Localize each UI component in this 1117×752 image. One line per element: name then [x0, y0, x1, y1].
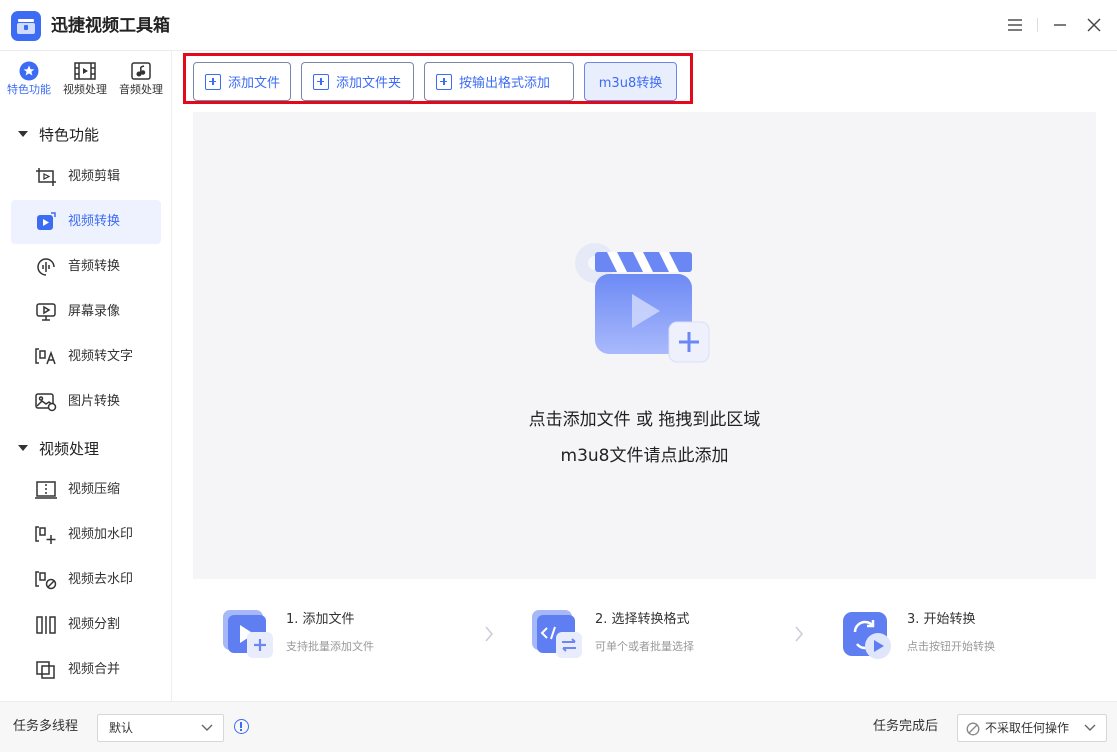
file-drop-zone[interactable]: 点击添加文件 或 拖拽到此区域 m3u8文件请点此添加 — [193, 112, 1096, 579]
sidebar-item-label: 视频合并 — [68, 662, 121, 677]
multithread-select[interactable]: 默认 — [97, 714, 224, 742]
title-bar: 迅捷视频工具箱 — [0, 0, 1117, 51]
sidebar-item-video-convert[interactable]: 视频转换 — [11, 200, 161, 244]
convert-step-icon — [843, 612, 891, 659]
sidebar-item-video-merge[interactable]: 视频合并 — [11, 648, 161, 692]
step-description: 支持批量添加文件 — [286, 640, 374, 653]
mode-tab-featured[interactable]: 特色功能 — [1, 59, 57, 103]
sidebar-item-label: 图片转换 — [68, 394, 121, 409]
sidebar-item-label: 音频转换 — [68, 259, 121, 274]
chevron-down-icon — [1084, 724, 1096, 731]
chevron-right-icon — [485, 626, 493, 642]
crop-icon — [35, 167, 57, 187]
status-footer: 任务多线程 默认 任务完成后 不采取任何操作 — [0, 701, 1117, 752]
sidebar: 特色功能 视频处理 音频处理 特色功能 视频剪辑 视频转换 音频转换 屏幕录像 … — [0, 51, 172, 701]
m3u8-convert-label: m3u8转换 — [598, 76, 663, 91]
after-task-select[interactable]: 不采取任何操作 — [957, 714, 1107, 742]
collapse-arrow-icon — [18, 445, 28, 451]
video-convert-icon — [35, 212, 57, 232]
mode-tab-audio[interactable]: 音频处理 — [113, 59, 169, 103]
drop-hint: 点击添加文件 或 拖拽到此区域 — [528, 410, 761, 430]
star-icon — [18, 61, 40, 81]
mode-tab-label: 特色功能 — [7, 83, 51, 96]
add-file-step-icon — [223, 610, 273, 658]
step-title: 2. 选择转换格式 — [595, 612, 690, 627]
add-by-format-button[interactable]: 按输出格式添加 — [424, 62, 574, 101]
add-file-button[interactable]: 添加文件 — [193, 62, 291, 101]
merge-icon — [35, 660, 57, 680]
sidebar-item-label: 视频分割 — [68, 617, 121, 632]
audio-wave-icon — [35, 257, 57, 277]
chevron-right-icon — [795, 626, 803, 642]
after-task-value: 不采取任何操作 — [985, 721, 1070, 735]
screen-record-icon — [35, 302, 57, 322]
sidebar-item-video-to-text[interactable]: 视频转文字 — [11, 335, 161, 379]
chevron-down-icon — [201, 724, 213, 731]
forbidden-icon — [966, 722, 980, 736]
sidebar-item-add-watermark[interactable]: 视频加水印 — [11, 513, 161, 557]
mode-tab-label: 音频处理 — [119, 83, 163, 96]
sidebar-item-label: 视频转换 — [68, 214, 121, 229]
sidebar-item-label: 视频加水印 — [68, 527, 134, 542]
section-label: 特色功能 — [39, 126, 100, 144]
window-controls-divider — [1037, 18, 1038, 32]
multithread-value: 默认 — [109, 721, 134, 735]
add-folder-label: 添加文件夹 — [336, 76, 402, 91]
after-task-label: 任务完成后 — [873, 719, 939, 734]
mode-tabs: 特色功能 视频处理 音频处理 — [0, 59, 172, 103]
add-folder-icon — [313, 73, 329, 90]
compress-icon — [35, 480, 57, 500]
split-icon — [35, 615, 57, 635]
sidebar-item-image-convert[interactable]: 图片转换 — [11, 380, 161, 424]
step-select-format: 2. 选择转换格式 可单个或者批量选择 — [530, 606, 790, 668]
sidebar-item-label: 视频去水印 — [68, 572, 134, 587]
sidebar-item-video-compress[interactable]: 视频压缩 — [11, 468, 161, 512]
section-label: 视频处理 — [39, 440, 100, 458]
m3u8-hint: m3u8文件请点此添加 — [560, 446, 729, 466]
add-file-label: 添加文件 — [228, 76, 281, 91]
sidebar-item-label: 屏幕录像 — [68, 304, 121, 319]
sidebar-item-video-split[interactable]: 视频分割 — [11, 603, 161, 647]
add-by-format-icon — [436, 73, 452, 90]
sidebar-item-label: 视频转文字 — [68, 349, 134, 364]
minimize-icon[interactable] — [1049, 14, 1071, 36]
image-icon — [35, 392, 57, 412]
sidebar-item-audio-convert[interactable]: 音频转换 — [11, 245, 161, 289]
step-start-convert: 3. 开始转换 点击按钮开始转换 — [842, 606, 1102, 668]
step-description: 可单个或者批量选择 — [595, 640, 694, 653]
multithread-label: 任务多线程 — [13, 719, 79, 734]
m3u8-convert-button[interactable]: m3u8转换 — [584, 62, 677, 101]
add-by-format-label: 按输出格式添加 — [459, 76, 551, 91]
menu-icon[interactable] — [1004, 14, 1026, 36]
step-title: 1. 添加文件 — [286, 612, 355, 627]
video-clapper-add-icon — [575, 243, 710, 363]
mode-tab-label: 视频处理 — [63, 83, 107, 96]
format-step-icon — [532, 610, 582, 658]
sidebar-item-video-edit[interactable]: 视频剪辑 — [11, 155, 161, 199]
remove-watermark-icon — [35, 570, 57, 590]
add-folder-button[interactable]: 添加文件夹 — [301, 62, 414, 101]
film-icon — [74, 61, 96, 81]
collapse-arrow-icon — [18, 131, 28, 137]
section-featured[interactable]: 特色功能 — [0, 123, 172, 147]
sidebar-item-label: 视频剪辑 — [68, 169, 121, 184]
app-title: 迅捷视频工具箱 — [51, 16, 170, 36]
step-title: 3. 开始转换 — [907, 612, 976, 627]
info-icon[interactable] — [234, 719, 249, 734]
mode-tab-video[interactable]: 视频处理 — [57, 59, 113, 103]
add-watermark-icon — [35, 525, 57, 545]
sidebar-item-screen-record[interactable]: 屏幕录像 — [11, 290, 161, 334]
add-file-icon — [205, 73, 221, 90]
sidebar-item-remove-watermark[interactable]: 视频去水印 — [11, 558, 161, 602]
app-logo-icon — [11, 11, 41, 41]
sidebar-item-label: 视频压缩 — [68, 482, 121, 497]
step-add-file: 1. 添加文件 支持批量添加文件 — [221, 606, 481, 668]
video-to-text-icon — [35, 347, 57, 367]
section-video-processing[interactable]: 视频处理 — [0, 437, 172, 461]
close-icon[interactable] — [1083, 14, 1105, 36]
step-description: 点击按钮开始转换 — [907, 640, 995, 653]
music-note-icon — [130, 61, 152, 81]
